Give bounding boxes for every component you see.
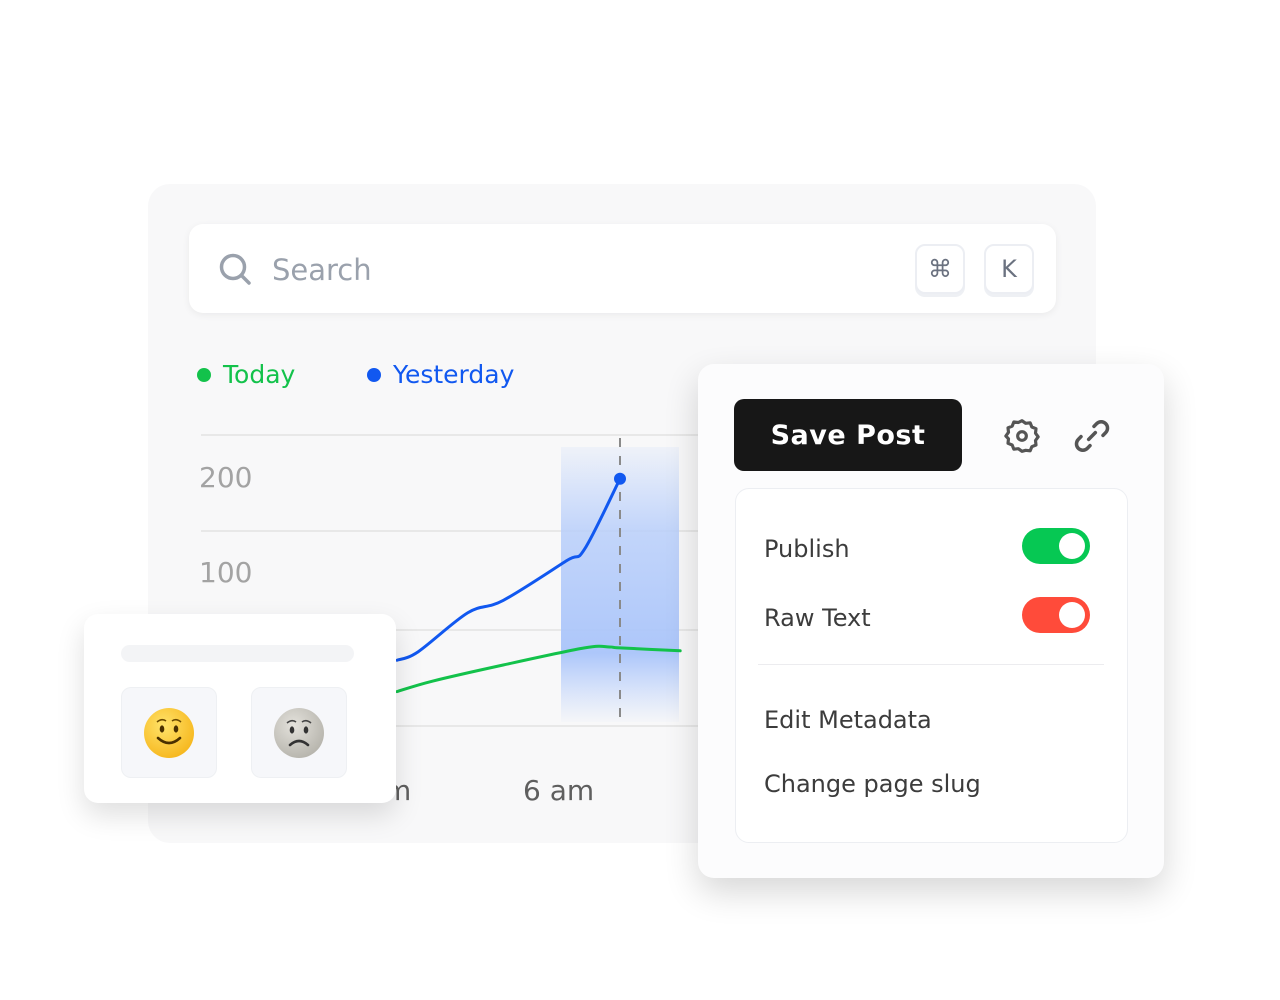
publish-label: Publish bbox=[764, 535, 850, 563]
happy-face-icon bbox=[144, 707, 194, 758]
sad-face-icon bbox=[274, 707, 324, 758]
save-post-button[interactable]: Save Post bbox=[734, 399, 962, 471]
change-page-slug-item[interactable]: Change page slug bbox=[764, 770, 981, 798]
raw-text-label: Raw Text bbox=[764, 604, 871, 632]
series-end-marker-yesterday bbox=[614, 472, 626, 485]
raw-text-toggle[interactable] bbox=[1022, 597, 1090, 633]
sad-reaction-button[interactable] bbox=[251, 687, 347, 778]
post-options-menu: Publish Raw Text Edit Metadata Change pa… bbox=[735, 488, 1128, 843]
copy-link-button[interactable] bbox=[1070, 414, 1114, 458]
link-icon bbox=[1074, 420, 1110, 452]
gear-icon bbox=[1004, 419, 1040, 453]
y-tick-label: 200 bbox=[199, 461, 252, 494]
x-tick-label: 6 am bbox=[523, 774, 594, 807]
happy-reaction-button[interactable] bbox=[121, 687, 217, 778]
toggle-knob bbox=[1059, 602, 1085, 628]
feedback-card bbox=[84, 614, 396, 803]
y-tick-label: 100 bbox=[199, 556, 252, 589]
publish-toggle[interactable] bbox=[1022, 528, 1090, 564]
toggle-knob bbox=[1059, 533, 1085, 559]
post-options-panel: Save Post Publish Raw Text Edit Metadata… bbox=[698, 364, 1164, 878]
menu-divider bbox=[758, 664, 1104, 665]
settings-button[interactable] bbox=[1000, 414, 1044, 458]
skeleton-placeholder bbox=[121, 645, 354, 662]
edit-metadata-item[interactable]: Edit Metadata bbox=[764, 706, 932, 734]
